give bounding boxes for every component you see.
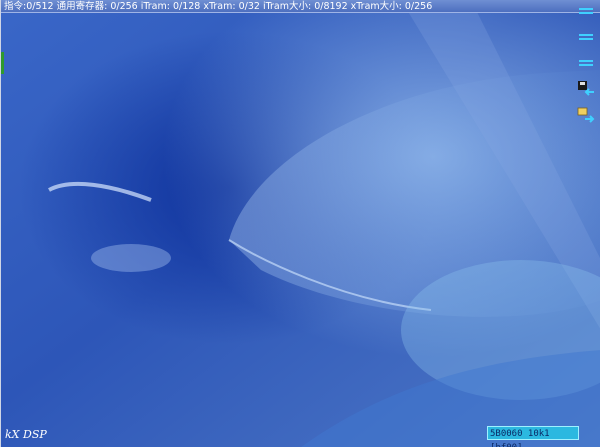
menu-lines-icon[interactable] xyxy=(577,2,595,20)
desktop-wallpaper xyxy=(1,0,600,447)
left-edge-marker xyxy=(1,52,4,74)
open-forward-icon[interactable] xyxy=(577,106,595,124)
dsp-window: 指令:0/512 通用寄存器: 0/256 iTram: 0/128 xTram… xyxy=(0,0,600,447)
save-back-icon[interactable] xyxy=(577,80,595,98)
app-brand: kX DSP xyxy=(5,428,47,441)
side-toolbar xyxy=(576,2,596,132)
device-status-box: 5B0060 10k1 [bf00] xyxy=(487,426,579,447)
resource-status-bar: 指令:0/512 通用寄存器: 0/256 iTram: 0/128 xTram… xyxy=(1,0,600,13)
bottom-bar: kX DSP 5B0060 10k1 [bf00] xyxy=(1,422,600,447)
menu-lines-icon[interactable] xyxy=(577,28,595,46)
menu-lines-icon[interactable] xyxy=(577,54,595,72)
resource-status-text: 指令:0/512 通用寄存器: 0/256 iTram: 0/128 xTram… xyxy=(4,1,433,12)
